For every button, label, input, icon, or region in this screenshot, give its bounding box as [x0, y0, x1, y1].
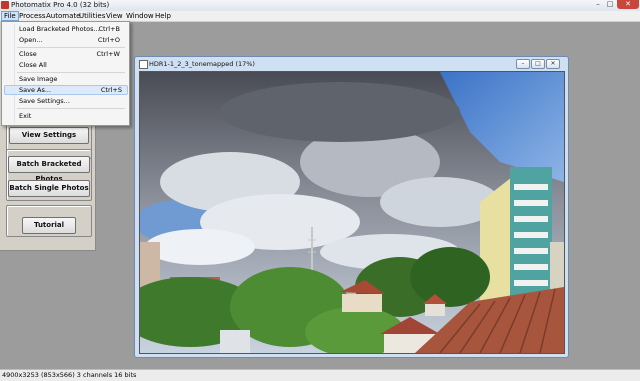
close-button[interactable]: ✕	[617, 0, 639, 9]
menu-item-close-all[interactable]: Close All	[4, 60, 126, 70]
menu-item-save-image[interactable]: Save Image	[4, 74, 126, 84]
status-text: 4900x3253 (853x566) 3 channels 16 bits	[2, 371, 137, 379]
menu-item-save-as[interactable]: Save As... Ctrl+S	[4, 85, 128, 95]
image-close-button[interactable]: ✕	[546, 59, 560, 69]
menu-item-shortcut: Ctrl+O	[97, 36, 120, 44]
image-minimize-button[interactable]: –	[516, 59, 530, 69]
hdr-photo-image	[140, 72, 564, 353]
image-window[interactable]: HDR1-1_2_3_tonemapped (17%) – □ ✕	[134, 56, 569, 358]
menu-window[interactable]: Window	[124, 11, 156, 21]
image-maximize-button[interactable]: □	[531, 59, 545, 69]
menu-item-shortcut: Ctrl+W	[96, 50, 120, 58]
menu-item-label: Close All	[19, 61, 47, 69]
app-title: Photomatix Pro 4.0 (32 bits)	[11, 1, 110, 9]
menu-item-label: Close	[19, 50, 37, 58]
batch-bracketed-photos-button[interactable]: Batch Bracketed Photos	[8, 156, 90, 183]
menu-item-label: Save As...	[19, 86, 52, 94]
menu-item-shortcut: Ctrl+S	[100, 86, 122, 94]
menu-item-load-bracketed-photos[interactable]: Load Bracketed Photos... Ctrl+B	[4, 24, 126, 34]
batch-single-photos-button[interactable]: Batch Single Photos	[8, 180, 90, 197]
menu-separator	[17, 47, 125, 48]
document-icon	[139, 60, 148, 69]
file-menu-dropdown: Load Bracketed Photos... Ctrl+B Open... …	[1, 21, 130, 126]
hdr-photo[interactable]	[139, 71, 565, 354]
menu-item-save-settings[interactable]: Save Settings...	[4, 96, 126, 106]
menu-help[interactable]: Help	[153, 11, 173, 21]
menu-item-close[interactable]: Close Ctrl+W	[4, 49, 126, 59]
menu-separator	[17, 72, 125, 73]
menu-item-label: Save Image	[19, 75, 58, 83]
menu-item-label: Open...	[19, 36, 43, 44]
menu-process[interactable]: Process	[17, 11, 48, 21]
menu-utilities[interactable]: Utilities	[77, 11, 107, 21]
status-bar: 4900x3253 (853x566) 3 channels 16 bits	[0, 369, 640, 381]
menu-separator	[17, 108, 125, 109]
view-settings-button[interactable]: View Settings	[9, 127, 89, 144]
menu-item-label: Save Settings...	[19, 97, 70, 105]
maximize-button[interactable]: □	[604, 0, 616, 9]
image-window-title: HDR1-1_2_3_tonemapped (17%)	[149, 60, 255, 68]
menu-item-shortcut: Ctrl+B	[98, 25, 120, 33]
menu-item-exit[interactable]: Exit	[4, 111, 126, 121]
menu-item-label: Load Bracketed Photos...	[19, 25, 100, 33]
minimize-button[interactable]: –	[592, 0, 604, 9]
app-icon	[1, 1, 9, 9]
menu-view[interactable]: View	[104, 11, 125, 21]
menu-item-label: Exit	[19, 112, 32, 120]
menu-item-open[interactable]: Open... Ctrl+O	[4, 35, 126, 45]
tutorial-button[interactable]: Tutorial	[22, 217, 76, 234]
